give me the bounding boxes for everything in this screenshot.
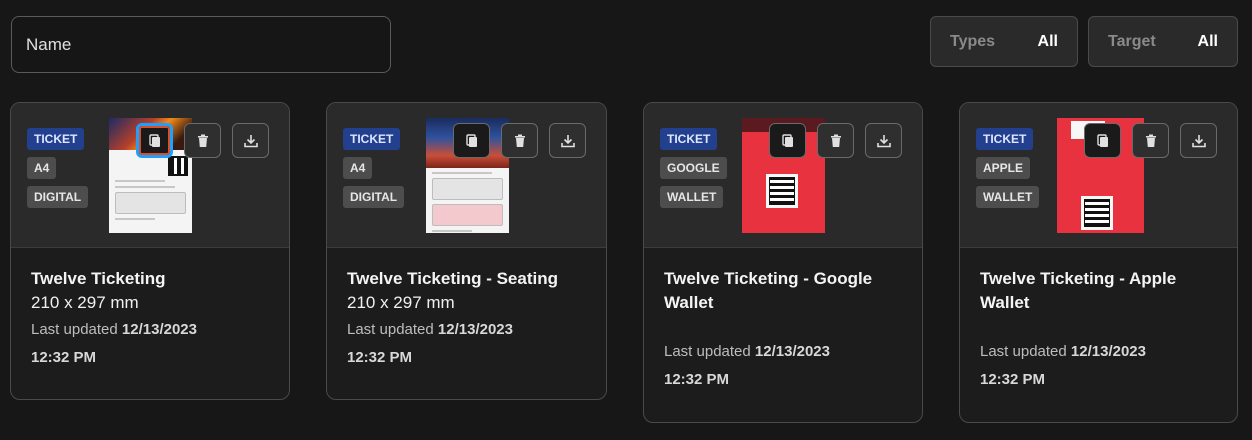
download-button[interactable] [1180,123,1217,158]
target-filter-value: All [1197,32,1218,50]
template-card[interactable]: TICKET A4 DIGITAL Twelve Ticketing - Sea… [326,102,607,400]
card-info: Twelve Ticketing - Apple Wallet Last upd… [960,248,1237,390]
medium-badge: WALLET [660,186,724,208]
card-dimensions: 210 x 297 mm [347,293,455,312]
last-updated-label: Last updated [664,343,751,360]
copy-icon [465,133,477,147]
template-card[interactable]: TICKET A4 DIGITAL Twelve Ticketing 210 x… [10,102,290,400]
last-updated-date: 12/13/2023 [121,321,197,338]
download-icon [876,134,891,147]
card-preview-area: TICKET A4 DIGITAL [327,103,606,248]
card-actions [769,123,902,158]
platform-badge: APPLE [976,157,1031,179]
copy-button[interactable] [136,123,173,158]
type-badge: TICKET [343,128,401,150]
target-filter-button[interactable]: Target All [1088,16,1238,67]
copy-button[interactable] [1084,123,1121,158]
card-badges: TICKET A4 DIGITAL [27,128,89,208]
copy-icon [148,133,160,147]
copy-button[interactable] [453,123,490,158]
last-updated-label: Last updated [31,321,118,338]
delete-button[interactable] [817,123,854,158]
trash-icon [830,134,841,147]
platform-badge: GOOGLE [660,157,727,179]
card-actions [136,123,269,158]
card-preview-area: TICKET APPLE WALLET [960,103,1237,248]
card-badges: TICKET GOOGLE WALLET [660,128,727,208]
medium-badge: WALLET [976,186,1040,208]
format-badge: A4 [27,157,57,179]
download-icon [1191,134,1206,147]
target-filter-label: Target [1108,32,1156,50]
card-title: Twelve Ticketing - Google Wallet [664,269,873,312]
type-badge: TICKET [660,128,718,150]
card-info: Twelve Ticketing - Google Wallet Last up… [644,248,922,390]
qr-code-icon [168,156,188,176]
last-updated: Last updated 12/13/2023 [347,320,586,340]
types-filter-button[interactable]: Types All [930,16,1078,67]
trash-icon [197,134,208,147]
delete-button[interactable] [1132,123,1169,158]
download-icon [243,134,258,147]
template-card[interactable]: TICKET GOOGLE WALLET Twelve Ticketing - … [643,102,923,423]
copy-icon [781,133,793,147]
type-badge: TICKET [976,128,1034,150]
types-filter-label: Types [950,32,996,50]
copy-icon [1096,133,1108,147]
card-preview-area: TICKET A4 DIGITAL [11,103,289,248]
card-info: Twelve Ticketing 210 x 297 mm Last updat… [11,248,289,368]
last-updated-time: 12:32 PM [347,349,413,366]
ticket-details-box [432,178,503,200]
last-updated-label: Last updated [347,321,434,338]
type-badge: TICKET [27,128,85,150]
delete-button[interactable] [184,123,221,158]
ticket-details-box [115,192,186,214]
last-updated: Last updated 12/13/2023 [31,320,269,340]
card-title: Twelve Ticketing - Apple Wallet [980,269,1177,312]
download-icon [560,134,575,147]
last-updated-date: 12/13/2023 [754,343,830,360]
trash-icon [514,134,525,147]
copy-button[interactable] [769,123,806,158]
download-button[interactable] [232,123,269,158]
card-actions [453,123,586,158]
card-title: Twelve Ticketing - Seating [347,269,558,288]
last-updated-date: 12/13/2023 [437,321,513,338]
medium-badge: DIGITAL [343,186,405,208]
download-button[interactable] [549,123,586,158]
qr-code-icon [766,174,798,208]
card-badges: TICKET A4 DIGITAL [343,128,405,208]
card-badges: TICKET APPLE WALLET [976,128,1040,208]
last-updated-time: 12:32 PM [664,371,730,388]
last-updated-time: 12:32 PM [980,371,1046,388]
types-filter-value: All [1037,32,1058,50]
card-title: Twelve Ticketing [31,269,166,288]
card-dimensions: 210 x 297 mm [31,293,139,312]
last-updated-date: 12/13/2023 [1070,343,1146,360]
medium-badge: DIGITAL [27,186,89,208]
qr-code-icon [1081,196,1113,230]
template-card[interactable]: TICKET APPLE WALLET Twelve Ticketing - A… [959,102,1238,423]
last-updated-time: 12:32 PM [31,349,97,366]
format-badge: A4 [343,157,373,179]
last-updated: Last updated 12/13/2023 [664,342,902,362]
seating-box [432,204,503,226]
last-updated-label: Last updated [980,343,1067,360]
trash-icon [1145,134,1156,147]
last-updated: Last updated 12/13/2023 [980,342,1217,362]
name-search-input[interactable] [11,16,391,73]
card-preview-area: TICKET GOOGLE WALLET [644,103,922,248]
delete-button[interactable] [501,123,538,158]
card-actions [1084,123,1217,158]
card-info: Twelve Ticketing - Seating 210 x 297 mm … [327,248,606,368]
download-button[interactable] [865,123,902,158]
